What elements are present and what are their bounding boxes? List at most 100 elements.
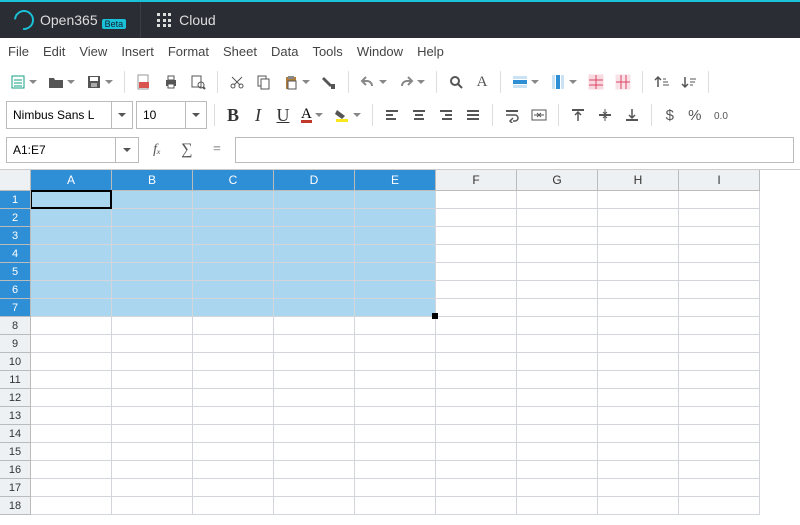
cell[interactable] <box>193 245 274 263</box>
cell[interactable] <box>436 245 517 263</box>
cell[interactable] <box>193 317 274 335</box>
cell[interactable] <box>517 263 598 281</box>
cell[interactable] <box>355 425 436 443</box>
cell[interactable] <box>274 227 355 245</box>
cell[interactable] <box>598 227 679 245</box>
select-all-corner[interactable] <box>0 170 31 191</box>
cell[interactable] <box>355 479 436 497</box>
cell[interactable] <box>193 389 274 407</box>
cell[interactable] <box>31 461 112 479</box>
find-button[interactable] <box>444 70 468 94</box>
cell[interactable] <box>679 227 760 245</box>
cell[interactable] <box>598 335 679 353</box>
cell[interactable] <box>679 479 760 497</box>
percent-button[interactable]: % <box>684 103 706 127</box>
menu-data[interactable]: Data <box>271 44 298 59</box>
cell[interactable] <box>436 263 517 281</box>
align-justify-button[interactable] <box>461 103 485 127</box>
cell[interactable] <box>112 263 193 281</box>
cell[interactable] <box>355 281 436 299</box>
cell[interactable] <box>355 263 436 281</box>
row-header[interactable]: 9 <box>0 335 31 353</box>
cell[interactable] <box>598 479 679 497</box>
cell[interactable] <box>598 443 679 461</box>
cell[interactable] <box>436 209 517 227</box>
cell[interactable] <box>598 425 679 443</box>
cell[interactable] <box>112 281 193 299</box>
cell[interactable] <box>274 191 355 209</box>
column-header[interactable]: I <box>679 170 760 191</box>
column-header[interactable]: C <box>193 170 274 191</box>
font-size-input[interactable] <box>137 104 185 126</box>
cell[interactable] <box>274 209 355 227</box>
cell[interactable] <box>517 353 598 371</box>
formula-input[interactable] <box>235 137 794 163</box>
cell[interactable] <box>193 335 274 353</box>
cell-area[interactable] <box>31 191 800 515</box>
cell[interactable] <box>598 263 679 281</box>
cell[interactable] <box>517 209 598 227</box>
cell[interactable] <box>193 461 274 479</box>
row-header[interactable]: 3 <box>0 227 31 245</box>
cell[interactable] <box>679 461 760 479</box>
number-format-button[interactable]: 0.0 <box>709 103 733 127</box>
cell[interactable] <box>31 299 112 317</box>
cell[interactable] <box>193 425 274 443</box>
cell[interactable] <box>112 191 193 209</box>
cell[interactable] <box>193 407 274 425</box>
cell[interactable] <box>517 389 598 407</box>
font-color-button[interactable]: A <box>297 103 327 127</box>
cell[interactable] <box>31 245 112 263</box>
cell[interactable] <box>355 299 436 317</box>
cell[interactable] <box>679 443 760 461</box>
column-header[interactable]: H <box>598 170 679 191</box>
cell[interactable] <box>355 335 436 353</box>
cell[interactable] <box>193 227 274 245</box>
sum-button[interactable]: ∑ <box>175 138 199 162</box>
cell[interactable] <box>598 209 679 227</box>
cell[interactable] <box>517 317 598 335</box>
cell[interactable] <box>436 299 517 317</box>
cell[interactable] <box>598 317 679 335</box>
cell[interactable] <box>274 299 355 317</box>
menu-format[interactable]: Format <box>168 44 209 59</box>
cell[interactable] <box>598 191 679 209</box>
cell[interactable] <box>598 371 679 389</box>
cell[interactable] <box>112 461 193 479</box>
cell[interactable] <box>31 443 112 461</box>
sort-desc-button[interactable] <box>677 70 701 94</box>
row-header[interactable]: 4 <box>0 245 31 263</box>
cell[interactable] <box>31 263 112 281</box>
cell[interactable] <box>31 479 112 497</box>
cell[interactable] <box>679 371 760 389</box>
sort-asc-button[interactable] <box>650 70 674 94</box>
cell[interactable] <box>274 407 355 425</box>
cell[interactable] <box>436 443 517 461</box>
cell[interactable] <box>436 353 517 371</box>
cell[interactable] <box>274 389 355 407</box>
cell[interactable] <box>31 371 112 389</box>
cell[interactable] <box>112 389 193 407</box>
menu-file[interactable]: File <box>8 44 29 59</box>
cell[interactable] <box>598 461 679 479</box>
cell[interactable] <box>31 281 112 299</box>
new-button[interactable] <box>6 70 41 94</box>
cell[interactable] <box>679 353 760 371</box>
save-button[interactable] <box>82 70 117 94</box>
menu-insert[interactable]: Insert <box>121 44 154 59</box>
row-header[interactable]: 15 <box>0 443 31 461</box>
font-name-combo[interactable] <box>6 101 133 129</box>
cut-button[interactable] <box>225 70 249 94</box>
cloud-menu[interactable]: Cloud <box>140 2 232 38</box>
cell[interactable] <box>274 497 355 515</box>
cell[interactable] <box>598 281 679 299</box>
cell[interactable] <box>274 353 355 371</box>
cell[interactable] <box>679 389 760 407</box>
copy-button[interactable] <box>252 70 276 94</box>
cell[interactable] <box>679 407 760 425</box>
menu-tools[interactable]: Tools <box>312 44 342 59</box>
name-box[interactable] <box>6 137 116 163</box>
row-header[interactable]: 14 <box>0 425 31 443</box>
row-header[interactable]: 1 <box>0 191 31 209</box>
cell[interactable] <box>31 191 112 209</box>
